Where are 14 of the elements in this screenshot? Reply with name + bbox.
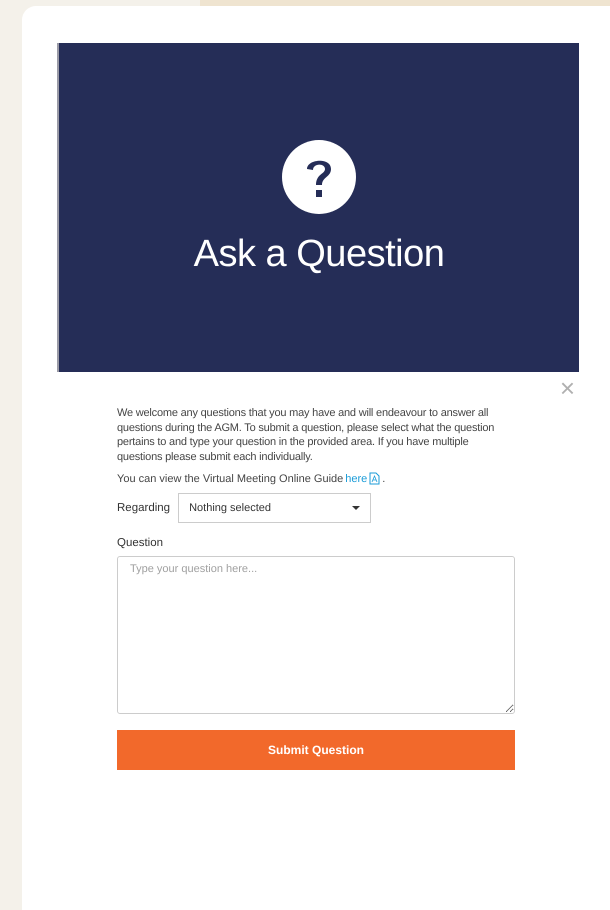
question-field[interactable]: Type your question here...: [117, 556, 515, 714]
submit-button[interactable]: Submit Question: [117, 730, 515, 770]
pdf-icon: [369, 472, 380, 485]
regarding-label: Regarding: [117, 502, 170, 514]
caret-icon: [352, 506, 360, 510]
guide-text: You can view the Virtual Meeting Online Guide: [117, 472, 344, 484]
question-icon: [281, 139, 357, 215]
question-label: Question: [117, 537, 164, 549]
regarding-dropdown[interactable]: Nothing selected: [178, 493, 372, 523]
banner-title: Ask a Question: [194, 233, 444, 276]
guide-period: .: [382, 472, 386, 484]
guide-link[interactable]: here: [345, 472, 368, 484]
intro-text: We welcome any questions that you may have and will endeavour to answer all questions during the AGM. To submit a question, please select what the question pertains to and type your question in the provided area. If you have multiple questions please submit each individually.: [117, 406, 496, 464]
close-button[interactable]: ×: [556, 376, 579, 400]
